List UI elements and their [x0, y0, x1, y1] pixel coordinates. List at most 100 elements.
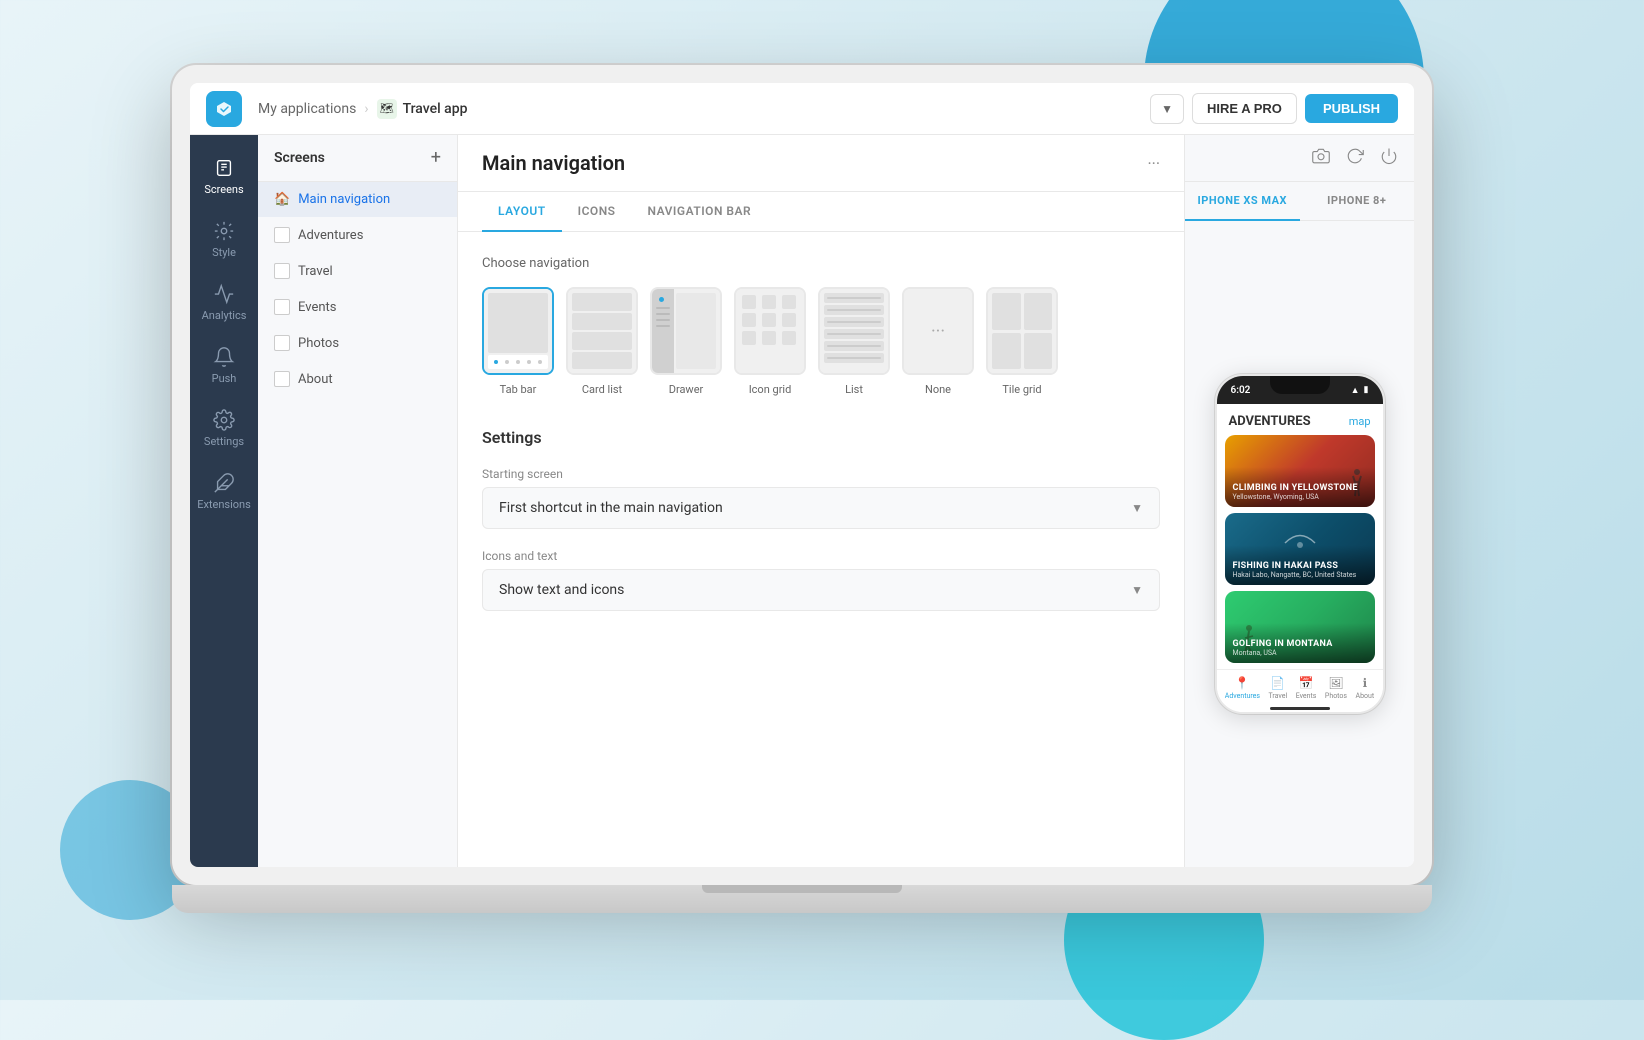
navbar-right: ▼ HIRE A PRO PUBLISH [1150, 93, 1398, 124]
card-2-subtitle: Hakai Labo, Nangatte, BC, United States [1233, 571, 1367, 579]
left-sidebar: Screens Style [190, 135, 258, 867]
sidebar-screens-label: Screens [204, 183, 243, 196]
publish-button[interactable]: PUBLISH [1305, 94, 1398, 123]
iphone-card-3[interactable]: GOLFING IN MONTANA Montana, USA [1225, 591, 1375, 663]
nav-option-list[interactable]: List [818, 287, 890, 396]
iphone-time: 6:02 [1231, 385, 1251, 396]
sidebar-item-extensions[interactable]: Extensions [196, 462, 252, 521]
screen-checkbox-events [274, 299, 290, 315]
card-3-subtitle: Montana, USA [1233, 649, 1367, 657]
screen-travel-label: Travel [298, 264, 333, 279]
nav-option-tile-grid[interactable]: Tile grid [986, 287, 1058, 396]
starting-screen-select[interactable]: First shortcut in the main navigation ▼ [482, 487, 1160, 529]
nav-option-icon-grid-label: Icon grid [749, 383, 792, 396]
screen-adventures-label: Adventures [298, 228, 363, 243]
card-list-mockup [568, 289, 636, 373]
screen-item-adventures[interactable]: Adventures [258, 217, 457, 253]
breadcrumb-separator: › [364, 101, 368, 117]
screen-item-about[interactable]: About [258, 361, 457, 397]
icons-text-select[interactable]: Show text and icons ▼ [482, 569, 1160, 611]
screens-header: Screens + [258, 135, 457, 182]
device-tab-iphone-8-plus[interactable]: IPHONE 8+ [1300, 182, 1415, 221]
tab-layout[interactable]: LAYOUT [482, 192, 562, 232]
card-1-title: CLIMBING IN YELLOWSTONE [1233, 483, 1367, 493]
card-1-subtitle: Yellowstone, Wyoming, USA [1233, 493, 1367, 501]
iphone-tab-adventures[interactable]: 📍 Adventures [1225, 676, 1260, 700]
choose-navigation-label: Choose navigation [482, 256, 1160, 271]
screen-events-label: Events [298, 300, 336, 315]
tile-grid-mockup [988, 289, 1056, 373]
battery-icon: ▮ [1364, 385, 1369, 395]
starting-screen-arrow: ▼ [1131, 501, 1143, 515]
iphone-notch [1270, 376, 1330, 394]
tab-adventures-icon: 📍 [1235, 676, 1250, 690]
sidebar-settings-label: Settings [204, 435, 244, 448]
screen-checkbox-travel [274, 263, 290, 279]
editor-more-button[interactable]: ··· [1147, 154, 1160, 173]
breadcrumb: My applications › 🗺 Travel app [258, 99, 1150, 119]
hire-pro-button[interactable]: HIRE A PRO [1192, 93, 1297, 124]
screen-item-photos[interactable]: Photos [258, 325, 457, 361]
nav-option-tab-bar[interactable]: Tab bar [482, 287, 554, 396]
iphone-tab-events[interactable]: 📅 Events [1296, 676, 1317, 700]
sidebar-item-style[interactable]: Style [196, 210, 252, 269]
nav-option-list-label: List [845, 383, 863, 396]
screen-item-main-navigation[interactable]: 🏠 Main navigation [258, 182, 457, 217]
tab-travel-label: Travel [1268, 692, 1287, 700]
nav-option-drawer[interactable]: Drawer [650, 287, 722, 396]
tab-icons[interactable]: ICONS [562, 192, 632, 232]
app-layout: My applications › 🗺 Travel app ▼ HIRE A … [190, 83, 1414, 867]
nav-option-icon-grid[interactable]: Icon grid [734, 287, 806, 396]
nav-option-none[interactable]: ··· None [902, 287, 974, 396]
tab-events-label: Events [1296, 692, 1317, 700]
laptop-wrapper: My applications › 🗺 Travel app ▼ HIRE A … [172, 65, 1472, 935]
camera-icon[interactable] [1312, 147, 1330, 169]
breadcrumb-home[interactable]: My applications [258, 101, 356, 117]
list-mockup [820, 289, 888, 373]
top-navbar: My applications › 🗺 Travel app ▼ HIRE A … [190, 83, 1414, 135]
iphone-tab-travel[interactable]: 📄 Travel [1268, 676, 1287, 700]
nav-option-list-preview [818, 287, 890, 375]
power-icon[interactable] [1380, 147, 1398, 169]
screen-checkbox-photos [274, 335, 290, 351]
breadcrumb-app: 🗺 Travel app [377, 99, 468, 119]
iphone-card-2[interactable]: FISHING IN HAKAI PASS Hakai Labo, Nangat… [1225, 513, 1375, 585]
settings-section-title: Settings [482, 428, 1160, 447]
iphone-mockup: 6:02 ▲ ▮ A [1215, 374, 1385, 714]
sidebar-item-settings[interactable]: Settings [196, 399, 252, 458]
card-1-overlay: CLIMBING IN YELLOWSTONE Yellowstone, Wyo… [1225, 467, 1375, 507]
screens-add-button[interactable]: + [431, 149, 441, 167]
device-tabs: IPHONE XS MAX IPHONE 8+ [1185, 182, 1414, 221]
editor-header: Main navigation ··· [458, 135, 1184, 192]
iphone-status-bar: 6:02 ▲ ▮ [1217, 376, 1383, 404]
nav-option-tab-bar-preview [482, 287, 554, 375]
screen-checkbox-adventures [274, 227, 290, 243]
screen-photos-label: Photos [298, 336, 339, 351]
screen-main-navigation-label: Main navigation [298, 192, 390, 207]
sidebar-item-analytics[interactable]: Analytics [196, 273, 252, 332]
iphone-card-1[interactable]: CLIMBING IN YELLOWSTONE Yellowstone, Wyo… [1225, 435, 1375, 507]
nav-option-tile-grid-label: Tile grid [1002, 383, 1041, 396]
iphone-tab-about[interactable]: ℹ About [1356, 676, 1375, 700]
card-2-title: FISHING IN HAKAI PASS [1233, 561, 1367, 571]
sidebar-item-push[interactable]: Push [196, 336, 252, 395]
screen-item-events[interactable]: Events [258, 289, 457, 325]
laptop-screen: My applications › 🗺 Travel app ▼ HIRE A … [190, 83, 1414, 867]
logo-button[interactable] [206, 91, 242, 127]
iphone-tab-photos[interactable]: 🖼 Photos [1325, 676, 1347, 700]
nav-options: Tab bar [482, 287, 1160, 396]
phone-preview-area: 6:02 ▲ ▮ A [1185, 221, 1414, 867]
tab-navigation-bar[interactable]: NAVIGATION BAR [632, 192, 768, 232]
tab-adventures-label: Adventures [1225, 692, 1260, 700]
nav-option-card-list[interactable]: Card list [566, 287, 638, 396]
starting-screen-label: Starting screen [482, 467, 1160, 481]
refresh-icon[interactable] [1346, 147, 1364, 169]
tab-events-icon: 📅 [1299, 676, 1314, 690]
card-2-overlay: FISHING IN HAKAI PASS Hakai Labo, Nangat… [1225, 545, 1375, 585]
iphone-screen: ADVENTURES map [1217, 404, 1383, 712]
device-tab-iphone-xs-max[interactable]: IPHONE XS MAX [1185, 182, 1300, 221]
sidebar-item-screens[interactable]: Screens [196, 147, 252, 206]
screen-item-travel[interactable]: Travel [258, 253, 457, 289]
tab-travel-icon: 📄 [1270, 676, 1285, 690]
dropdown-arrow[interactable]: ▼ [1150, 94, 1184, 124]
